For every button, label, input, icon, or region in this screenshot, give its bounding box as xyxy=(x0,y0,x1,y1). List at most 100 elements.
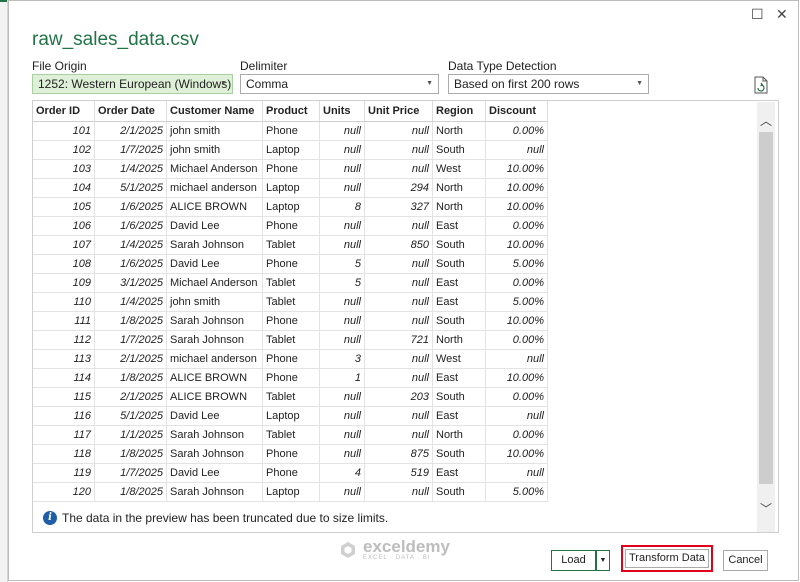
table-cell: ALICE BROWN xyxy=(166,387,263,407)
table-cell: Sarah Johnson xyxy=(166,425,263,445)
table-cell: Phone xyxy=(262,216,320,236)
table-cell: 106 xyxy=(33,216,95,236)
table-cell: North xyxy=(432,330,486,350)
table-cell: 10.00% xyxy=(485,235,548,255)
table-cell: 10.00% xyxy=(485,368,548,388)
table-cell: 0.00% xyxy=(485,330,548,350)
table-cell: South xyxy=(432,311,486,331)
file-origin-dropdown[interactable]: 1252: Western European (Windows) ▼ xyxy=(32,74,233,94)
delimiter-dropdown[interactable]: Comma ▼ xyxy=(240,74,439,94)
table-cell: 0.00% xyxy=(485,216,548,236)
table-row: 103 1/4/2025 Michael Anderson Phone null null… xyxy=(33,159,548,179)
table-cell: 115 xyxy=(33,387,95,407)
scroll-up-icon[interactable]: ︿ xyxy=(757,112,775,129)
table-cell: 2/1/2025 xyxy=(94,121,167,141)
column-header[interactable]: Order ID xyxy=(33,101,95,122)
table-cell: 108 xyxy=(33,254,95,274)
vertical-scrollbar[interactable]: ︿ ﹀ xyxy=(757,102,775,532)
table-row: 105 1/6/2025 ALICE BROWN Laptop 8 327 North 10.… xyxy=(33,197,548,217)
table-cell: 114 xyxy=(33,368,95,388)
table-cell: 1/1/2025 xyxy=(94,425,167,445)
table-cell: 5.00% xyxy=(485,292,548,312)
info-icon: i xyxy=(43,511,57,525)
table-cell: 8 xyxy=(319,197,365,217)
table-cell: South xyxy=(432,387,486,407)
table-cell: null xyxy=(319,387,365,407)
table-cell: Laptop xyxy=(262,178,320,198)
table-cell: South xyxy=(432,254,486,274)
maximize-icon[interactable]: ☐ xyxy=(751,7,764,21)
refresh-file-icon[interactable] xyxy=(753,76,769,94)
table-cell: 10.00% xyxy=(485,197,548,217)
table-cell: null xyxy=(485,349,548,369)
table-cell: ALICE BROWN xyxy=(166,197,263,217)
table-cell: null xyxy=(319,235,365,255)
table-cell: null xyxy=(364,425,433,445)
table-cell: 113 xyxy=(33,349,95,369)
ribbon-accent xyxy=(0,0,7,2)
table-cell: 1/8/2025 xyxy=(94,482,167,502)
detection-dropdown[interactable]: Based on first 200 rows ▼ xyxy=(448,74,649,94)
table-cell: East xyxy=(432,273,486,293)
table-cell: East xyxy=(432,406,486,426)
table-cell: 1/6/2025 xyxy=(94,197,167,217)
close-icon[interactable]: ✕ xyxy=(776,7,788,21)
table-cell: null xyxy=(364,216,433,236)
scroll-down-icon[interactable]: ﹀ xyxy=(757,500,775,517)
table-cell: Tablet xyxy=(262,330,320,350)
table-cell: David Lee xyxy=(166,254,263,274)
table-cell: michael anderson xyxy=(166,349,263,369)
table-cell: 109 xyxy=(33,273,95,293)
table-cell: Tablet xyxy=(262,387,320,407)
table-cell: ALICE BROWN xyxy=(166,368,263,388)
table-row: 117 1/1/2025 Sarah Johnson Tablet null null No… xyxy=(33,425,548,445)
table-cell: 203 xyxy=(364,387,433,407)
table-cell: 107 xyxy=(33,235,95,255)
table-cell: 103 xyxy=(33,159,95,179)
table-cell: 3 xyxy=(319,349,365,369)
import-dialog: raw_sales_data.csv ☐ ✕ File Origin 1252:… xyxy=(8,0,799,581)
load-button[interactable]: Load xyxy=(551,550,596,571)
table-cell: Sarah Johnson xyxy=(166,482,263,502)
table-cell: 1 xyxy=(319,368,365,388)
table-cell: 1/8/2025 xyxy=(94,368,167,388)
table-cell: null xyxy=(364,349,433,369)
load-options-button[interactable]: ▼ xyxy=(596,550,610,571)
table-cell: 519 xyxy=(364,463,433,483)
cancel-button[interactable]: Cancel xyxy=(723,550,768,571)
delimiter-label: Delimiter xyxy=(240,59,288,73)
table-cell: South xyxy=(432,140,486,160)
table-cell: Laptop xyxy=(262,482,320,502)
table-cell: Phone xyxy=(262,311,320,331)
column-header[interactable]: Region xyxy=(432,101,486,122)
table-cell: null xyxy=(319,444,365,464)
table-row: 111 1/8/2025 Sarah Johnson Phone null null Sou… xyxy=(33,311,548,331)
transform-data-button[interactable]: Transform Data xyxy=(625,549,709,568)
table-cell: Michael Anderson xyxy=(166,159,263,179)
table-cell: Michael Anderson xyxy=(166,273,263,293)
column-header[interactable]: Units xyxy=(319,101,365,122)
table-cell: Phone xyxy=(262,159,320,179)
table-row: 119 1/7/2025 David Lee Phone 4 519 East null xyxy=(33,463,548,483)
detection-value: Based on first 200 rows xyxy=(454,77,580,91)
column-header[interactable]: Product xyxy=(262,101,320,122)
table-cell: null xyxy=(364,254,433,274)
table-row: 116 5/1/2025 David Lee Laptop null null East nu… xyxy=(33,406,548,426)
column-header[interactable]: Discount xyxy=(485,101,548,122)
table-cell: null xyxy=(364,482,433,502)
column-header[interactable]: Unit Price xyxy=(364,101,433,122)
table-cell: 0.00% xyxy=(485,121,548,141)
table-cell: null xyxy=(485,463,548,483)
table-cell: null xyxy=(364,311,433,331)
column-header[interactable]: Customer Name xyxy=(166,101,263,122)
scrollbar-thumb[interactable] xyxy=(759,132,773,484)
table-row: 106 1/6/2025 David Lee Phone null null East 0.0… xyxy=(33,216,548,236)
table-cell: null xyxy=(364,273,433,293)
table-cell: 1/7/2025 xyxy=(94,463,167,483)
table-cell: 1/8/2025 xyxy=(94,444,167,464)
table-cell: East xyxy=(432,292,486,312)
watermark: exceldemy EXCEL · DATA · BI xyxy=(339,538,450,561)
table-cell: 120 xyxy=(33,482,95,502)
table-cell: 1/4/2025 xyxy=(94,159,167,179)
column-header[interactable]: Order Date xyxy=(94,101,167,122)
